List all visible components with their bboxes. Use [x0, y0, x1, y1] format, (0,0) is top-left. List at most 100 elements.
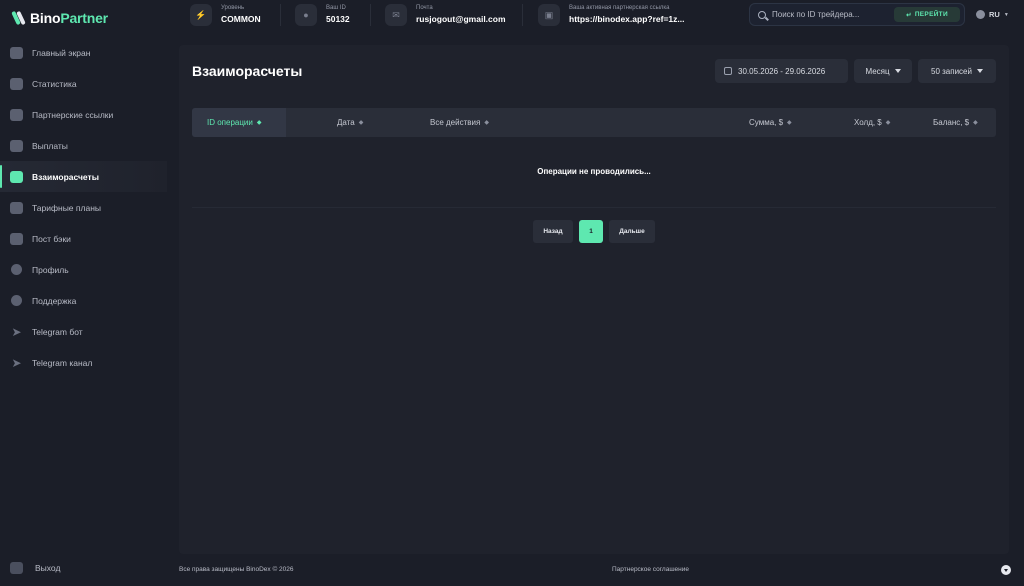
trader-search: ↵ПЕРЕЙТИ: [749, 3, 965, 26]
sidebar-item-label: Поддержка: [32, 295, 77, 306]
sidebar-item-settlements[interactable]: Взаиморасчеты: [0, 161, 167, 192]
chevron-down-icon: ▼: [1003, 11, 1009, 18]
sidebar-item-payouts[interactable]: Выплаты: [0, 130, 167, 161]
sidebar-nav: Главный экран Статистика Партнерские ссы…: [0, 37, 167, 378]
sidebar-item-label: Партнерские ссылки: [32, 109, 114, 120]
sidebar-item-telegram-bot[interactable]: ➤ Telegram бот: [0, 316, 167, 347]
id-value: 50132: [326, 14, 350, 24]
sidebar-item-label: Взаиморасчеты: [32, 171, 99, 182]
sidebar-item-partner-links[interactable]: Партнерские ссылки: [0, 99, 167, 130]
divider: [192, 207, 996, 208]
support-icon: [11, 295, 22, 306]
user-icon: [11, 264, 22, 275]
logout-icon: [10, 562, 23, 574]
level-label: Уровень: [221, 5, 245, 11]
sort-icon: ◆: [885, 120, 891, 126]
ref-link-info[interactable]: ▣ Ваша активная партнерская ссылка https…: [538, 4, 684, 26]
column-actions[interactable]: Все действия ◆: [430, 108, 489, 137]
column-hold[interactable]: Холд, $ ◆: [854, 108, 890, 137]
calendar-icon: [724, 67, 732, 75]
column-amount[interactable]: Сумма, $ ◆: [749, 108, 792, 137]
column-balance[interactable]: Баланс, $ ◆: [933, 108, 978, 137]
enter-icon: ↵: [906, 11, 912, 19]
exchange-icon: [10, 170, 23, 183]
sidebar-item-label: Тарифные планы: [32, 202, 101, 213]
period-select[interactable]: Месяц: [854, 59, 912, 83]
search-input[interactable]: [772, 10, 892, 19]
sidebar-item-support[interactable]: Поддержка: [0, 285, 167, 316]
scroll-down-icon[interactable]: [1001, 565, 1011, 575]
link-icon: ▣: [538, 4, 560, 26]
id-label: Ваш ID: [326, 5, 346, 11]
email-label: Почта: [416, 5, 433, 11]
ref-link-value[interactable]: https://binodex.app?ref=1z...: [569, 13, 684, 26]
date-range-value: 30.05.2026 - 29.06.2026: [738, 66, 826, 76]
divider: [280, 4, 281, 26]
ref-link-label: Ваша активная партнерская ссылка: [569, 5, 670, 11]
logo-text: BinoPartner: [30, 10, 108, 26]
home-icon: [10, 46, 23, 59]
sort-icon: ◆: [358, 120, 364, 126]
prev-page-button[interactable]: Назад: [533, 220, 573, 243]
globe-icon: [976, 10, 985, 19]
sidebar-item-label: Telegram канал: [32, 357, 93, 368]
chevron-down-icon: [894, 69, 901, 73]
column-label: Дата: [337, 118, 355, 127]
user-icon: ●: [295, 4, 317, 26]
column-label: Холд, $: [854, 118, 882, 127]
language-selector[interactable]: RU ▼: [976, 10, 1009, 19]
sidebar: BinoPartner Главный экран Статистика Пар…: [0, 0, 167, 586]
go-button-label: ПЕРЕЙТИ: [914, 11, 948, 18]
logout-label: Выход: [35, 563, 61, 573]
telegram-icon: ➤: [11, 355, 22, 370]
sort-icon: ◆: [787, 120, 792, 126]
sidebar-item-label: Профиль: [32, 264, 69, 275]
sort-icon: ◆: [256, 120, 262, 126]
mail-icon: ✉: [385, 4, 407, 26]
column-label: ID операции: [207, 118, 253, 127]
logo[interactable]: BinoPartner: [11, 8, 108, 28]
empty-state: Операции не проводились...: [537, 167, 651, 176]
sidebar-item-statistics[interactable]: Статистика: [0, 68, 167, 99]
chevron-down-icon: [976, 69, 983, 73]
divider: [522, 4, 523, 26]
go-button[interactable]: ↵ ПЕРЕЙТИ: [894, 7, 960, 22]
search-icon: [758, 10, 766, 19]
column-operation-id[interactable]: ID операции ◆: [192, 108, 286, 137]
sidebar-item-label: Пост бэки: [32, 233, 71, 244]
main-panel: Взаиморасчеты 30.05.2026 - 29.06.2026 Ме…: [179, 45, 1009, 554]
plans-icon: [10, 201, 23, 214]
divider: [370, 4, 371, 26]
table-header: ID операции ◆ Дата ◆ Все действия ◆ Сумма, …: [192, 108, 996, 137]
next-page-button[interactable]: Дальше: [609, 220, 655, 243]
telegram-icon: ➤: [11, 324, 22, 339]
sidebar-item-label: Telegram бот: [32, 326, 83, 337]
email-value: rusjogout@gmail.com: [416, 14, 506, 24]
sidebar-item-label: Выплаты: [32, 140, 68, 151]
logout-button[interactable]: Выход: [10, 562, 60, 574]
sort-icon: ◆: [973, 120, 978, 126]
sidebar-item-label: Статистика: [32, 78, 77, 89]
logo-icon: [11, 9, 26, 27]
records-value: 50 записей: [931, 66, 972, 76]
sort-icon: ◆: [484, 120, 489, 126]
level-value: COMMON: [221, 14, 261, 24]
link-icon: [10, 108, 23, 121]
level-info: ⚡ Уровень COMMON: [190, 4, 261, 26]
page-1-button[interactable]: 1: [579, 220, 603, 243]
date-range-picker[interactable]: 30.05.2026 - 29.06.2026: [715, 59, 848, 83]
sidebar-item-telegram-channel[interactable]: ➤ Telegram канал: [0, 347, 167, 378]
sidebar-item-profile[interactable]: Профиль: [0, 254, 167, 285]
partner-agreement-link[interactable]: Партнерское соглашение: [612, 566, 689, 573]
records-select[interactable]: 50 записей: [918, 59, 996, 83]
sidebar-item-home[interactable]: Главный экран: [0, 37, 167, 68]
sidebar-item-postbacks[interactable]: Пост бэки: [0, 223, 167, 254]
postback-icon: [10, 232, 23, 245]
sidebar-item-label: Главный экран: [32, 47, 91, 58]
column-date[interactable]: Дата ◆: [337, 108, 363, 137]
sidebar-item-plans[interactable]: Тарифные планы: [0, 192, 167, 223]
column-label: Сумма, $: [749, 118, 784, 127]
period-value: Месяц: [865, 66, 890, 76]
language-value: RU: [989, 10, 1000, 19]
id-info: ● Ваш ID 50132: [295, 4, 350, 26]
